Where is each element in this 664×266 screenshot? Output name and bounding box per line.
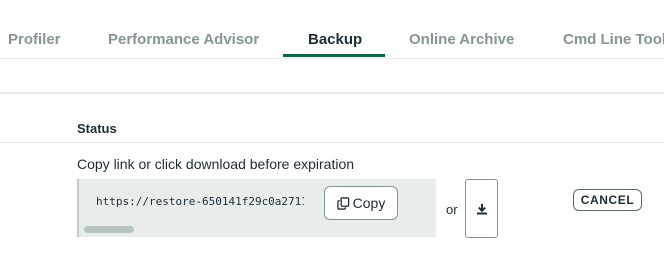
section-divider [0, 92, 664, 94]
status-column-header: Status [77, 121, 117, 136]
tab-bar: Profiler Performance Advisor Backup Onli… [0, 0, 664, 59]
tab-performance-advisor[interactable]: Performance Advisor [108, 31, 259, 48]
copy-button-label: Copy [352, 195, 386, 211]
copy-icon [336, 196, 349, 210]
restore-link-field[interactable]: https://restore-650141f29c0a2711 [79, 179, 304, 237]
copy-button[interactable]: Copy [324, 186, 398, 220]
backup-panel: Profiler Performance Advisor Backup Onli… [0, 0, 664, 266]
restore-link-box: https://restore-650141f29c0a2711 Copy [77, 179, 436, 237]
restore-link-text[interactable]: https://restore-650141f29c0a2711 [96, 195, 304, 208]
tab-online-archive[interactable]: Online Archive [409, 31, 514, 48]
active-tab-indicator [283, 54, 385, 57]
header-divider [0, 142, 664, 143]
tab-cmd-line-tools[interactable]: Cmd Line Tools [563, 31, 664, 48]
tab-profiler[interactable]: Profiler [8, 31, 61, 48]
download-button[interactable] [465, 179, 498, 238]
link-scrollbar[interactable] [84, 226, 134, 233]
cancel-button[interactable]: CANCEL [573, 189, 642, 211]
tab-backup[interactable]: Backup [308, 31, 362, 48]
download-icon [476, 203, 487, 214]
or-label: or [446, 202, 458, 217]
status-instruction: Copy link or click download before expir… [77, 156, 355, 172]
cancel-button-label: CANCEL [580, 193, 635, 207]
